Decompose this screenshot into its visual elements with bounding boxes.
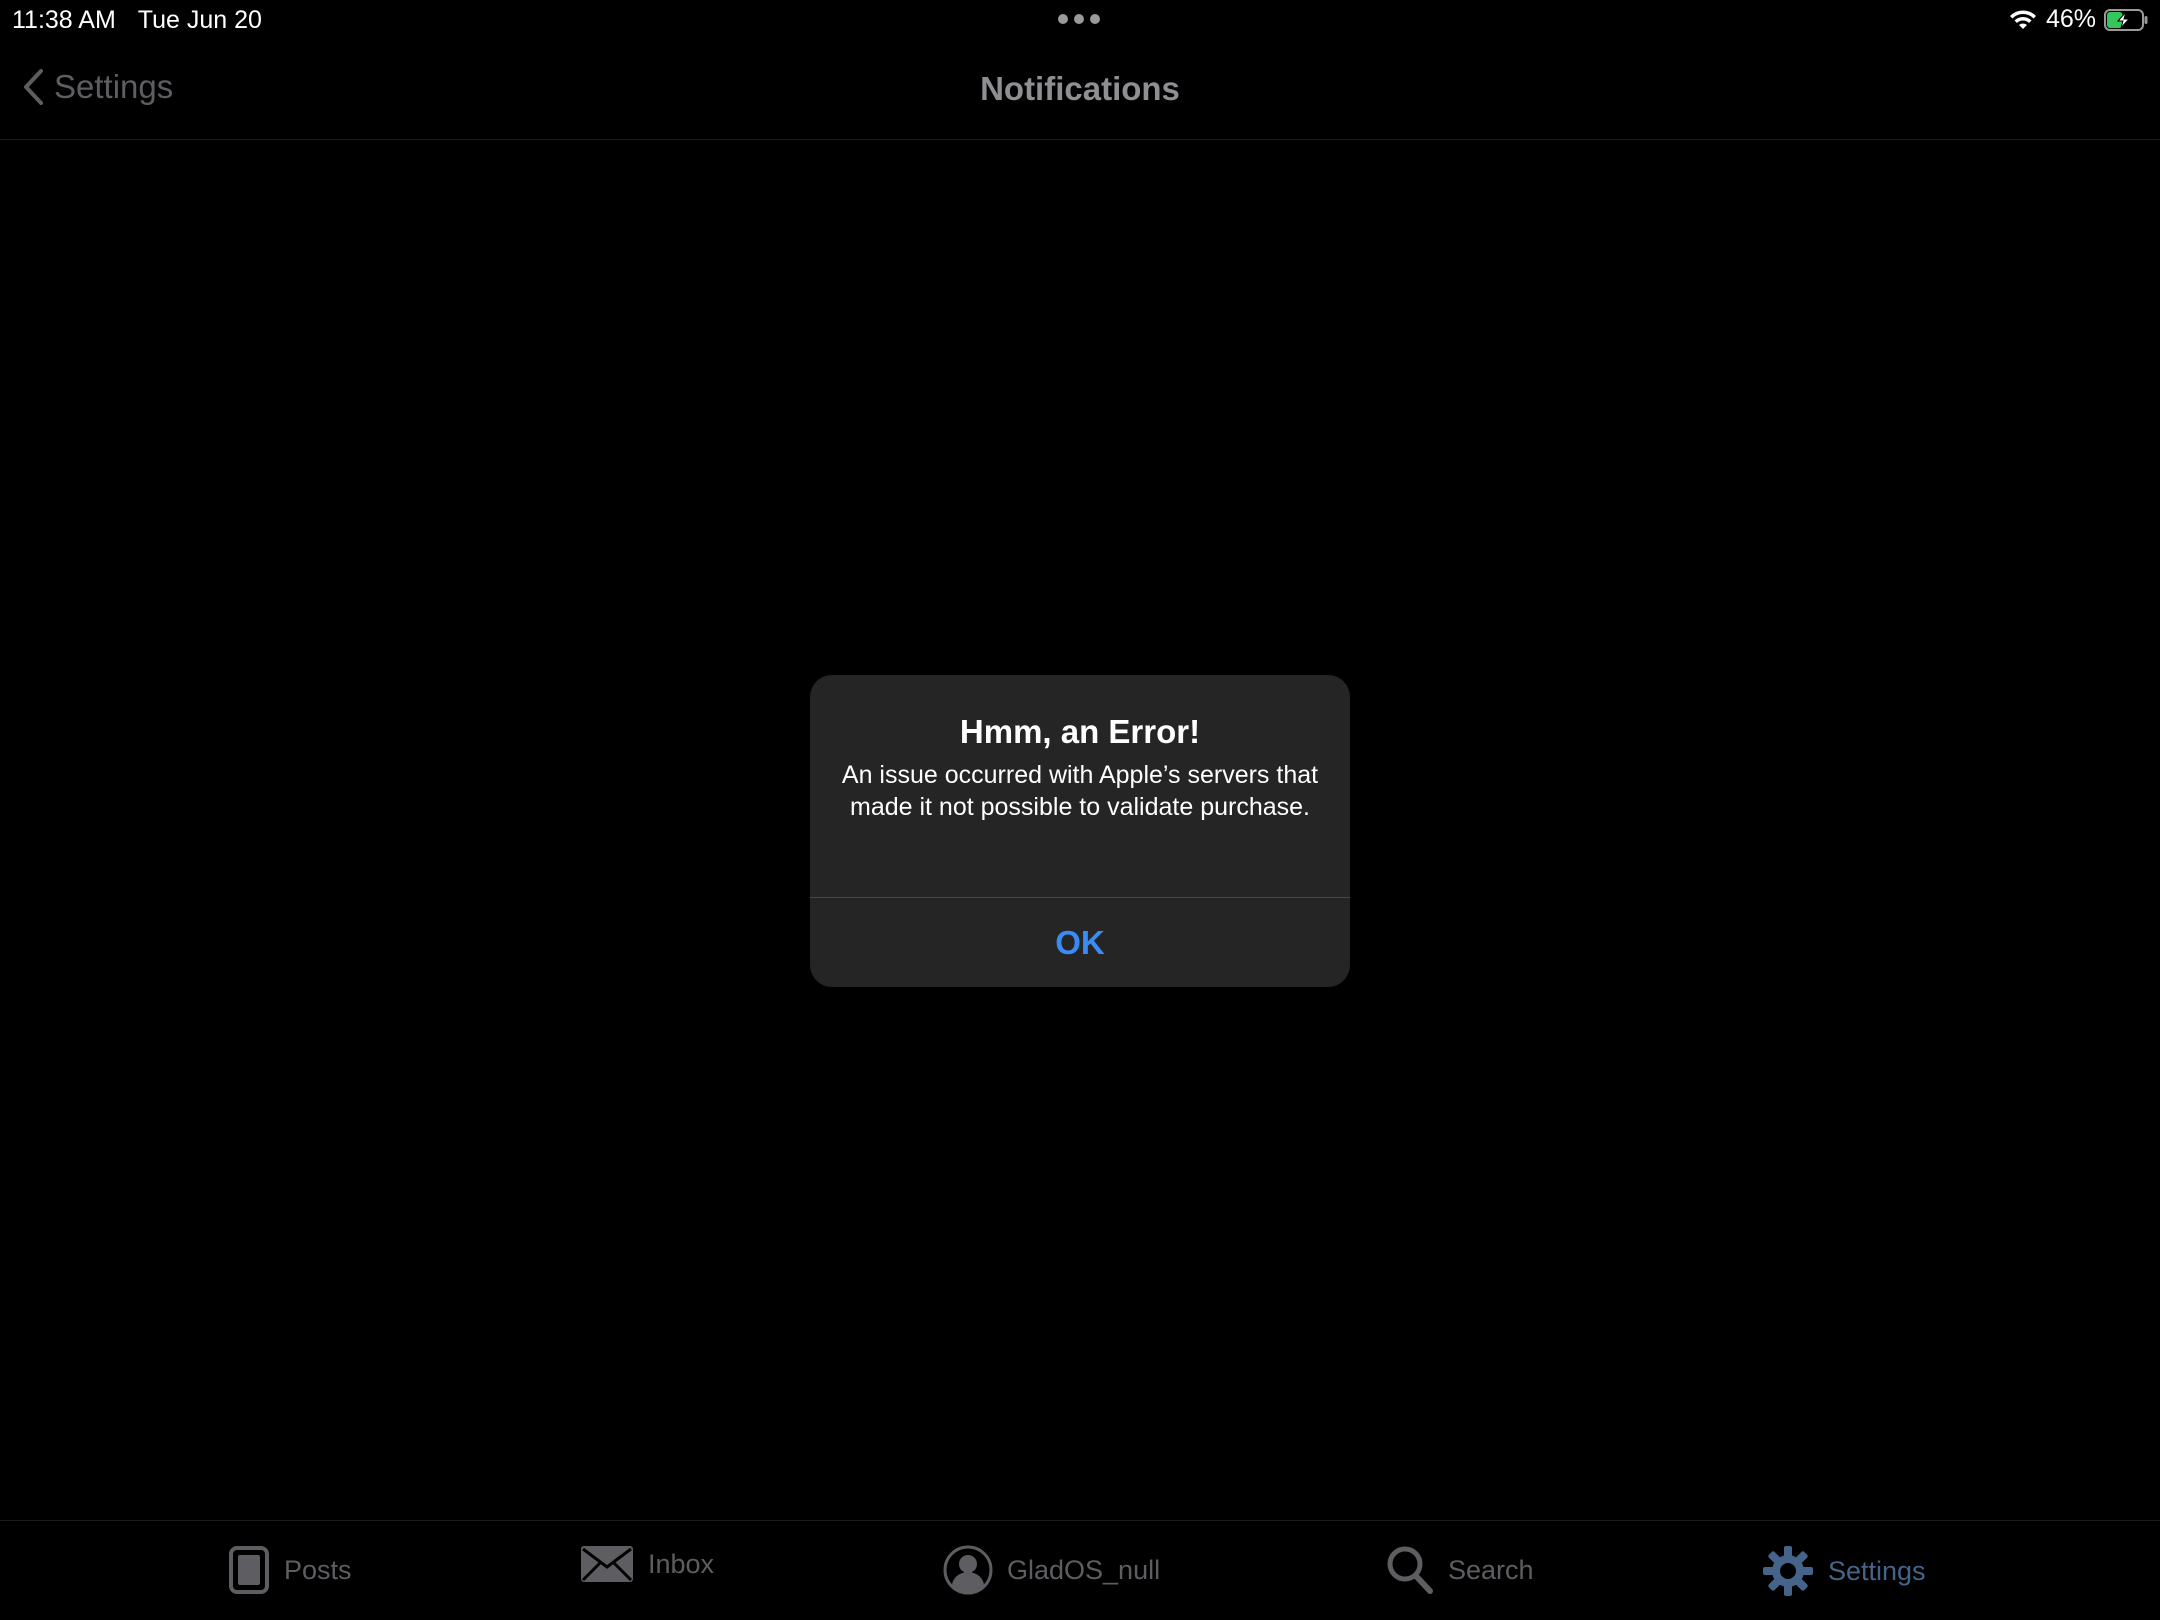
tab-bar: Posts Inbox GladOS_null Search Settings [0, 1520, 2160, 1620]
navigation-bar: Settings Notifications [0, 40, 2160, 140]
tab-settings[interactable]: Settings [1762, 1545, 1926, 1597]
battery-icon [2104, 8, 2148, 31]
posts-icon [229, 1546, 269, 1594]
tab-posts-label: Posts [284, 1554, 352, 1585]
multitasking-dots-icon[interactable] [1058, 14, 1100, 24]
magnifier-icon [1387, 1546, 1433, 1594]
tab-profile[interactable]: GladOS_null [943, 1545, 1160, 1595]
tab-posts[interactable]: Posts [228, 1545, 352, 1595]
ok-button[interactable]: OK [810, 898, 1350, 987]
tab-profile-label: GladOS_null [1007, 1554, 1161, 1585]
envelope-icon [581, 1546, 633, 1582]
screen: 11:38 AM Tue Jun 20 46% Settings Notific… [0, 0, 2160, 1620]
alert-body: Hmm, an Error! An issue occurred with Ap… [810, 675, 1350, 897]
status-left: 11:38 AM Tue Jun 20 [12, 6, 262, 35]
status-bar: 11:38 AM Tue Jun 20 46% [0, 0, 2160, 40]
page-title: Notifications [980, 70, 1180, 107]
tab-search[interactable]: Search [1386, 1545, 1534, 1595]
user-avatar-icon [943, 1545, 993, 1595]
tab-settings-label: Settings [1828, 1555, 1926, 1586]
tab-inbox-label: Inbox [648, 1548, 715, 1579]
status-right: 46% [2008, 5, 2148, 34]
alert-message: An issue occurred with Apple’s servers t… [841, 761, 1319, 821]
alert-title: Hmm, an Error! [959, 713, 1201, 750]
error-alert-dialog: Hmm, an Error! An issue occurred with Ap… [810, 675, 1350, 987]
battery-percent: 46% [2045, 5, 2096, 33]
status-date: Tue Jun 20 [137, 6, 262, 34]
tab-search-label: Search [1448, 1554, 1534, 1585]
tab-inbox[interactable]: Inbox [580, 1545, 714, 1583]
wifi-icon [2009, 9, 2036, 29]
gear-icon [1763, 1546, 1813, 1596]
status-time: 11:38 AM [12, 6, 116, 34]
